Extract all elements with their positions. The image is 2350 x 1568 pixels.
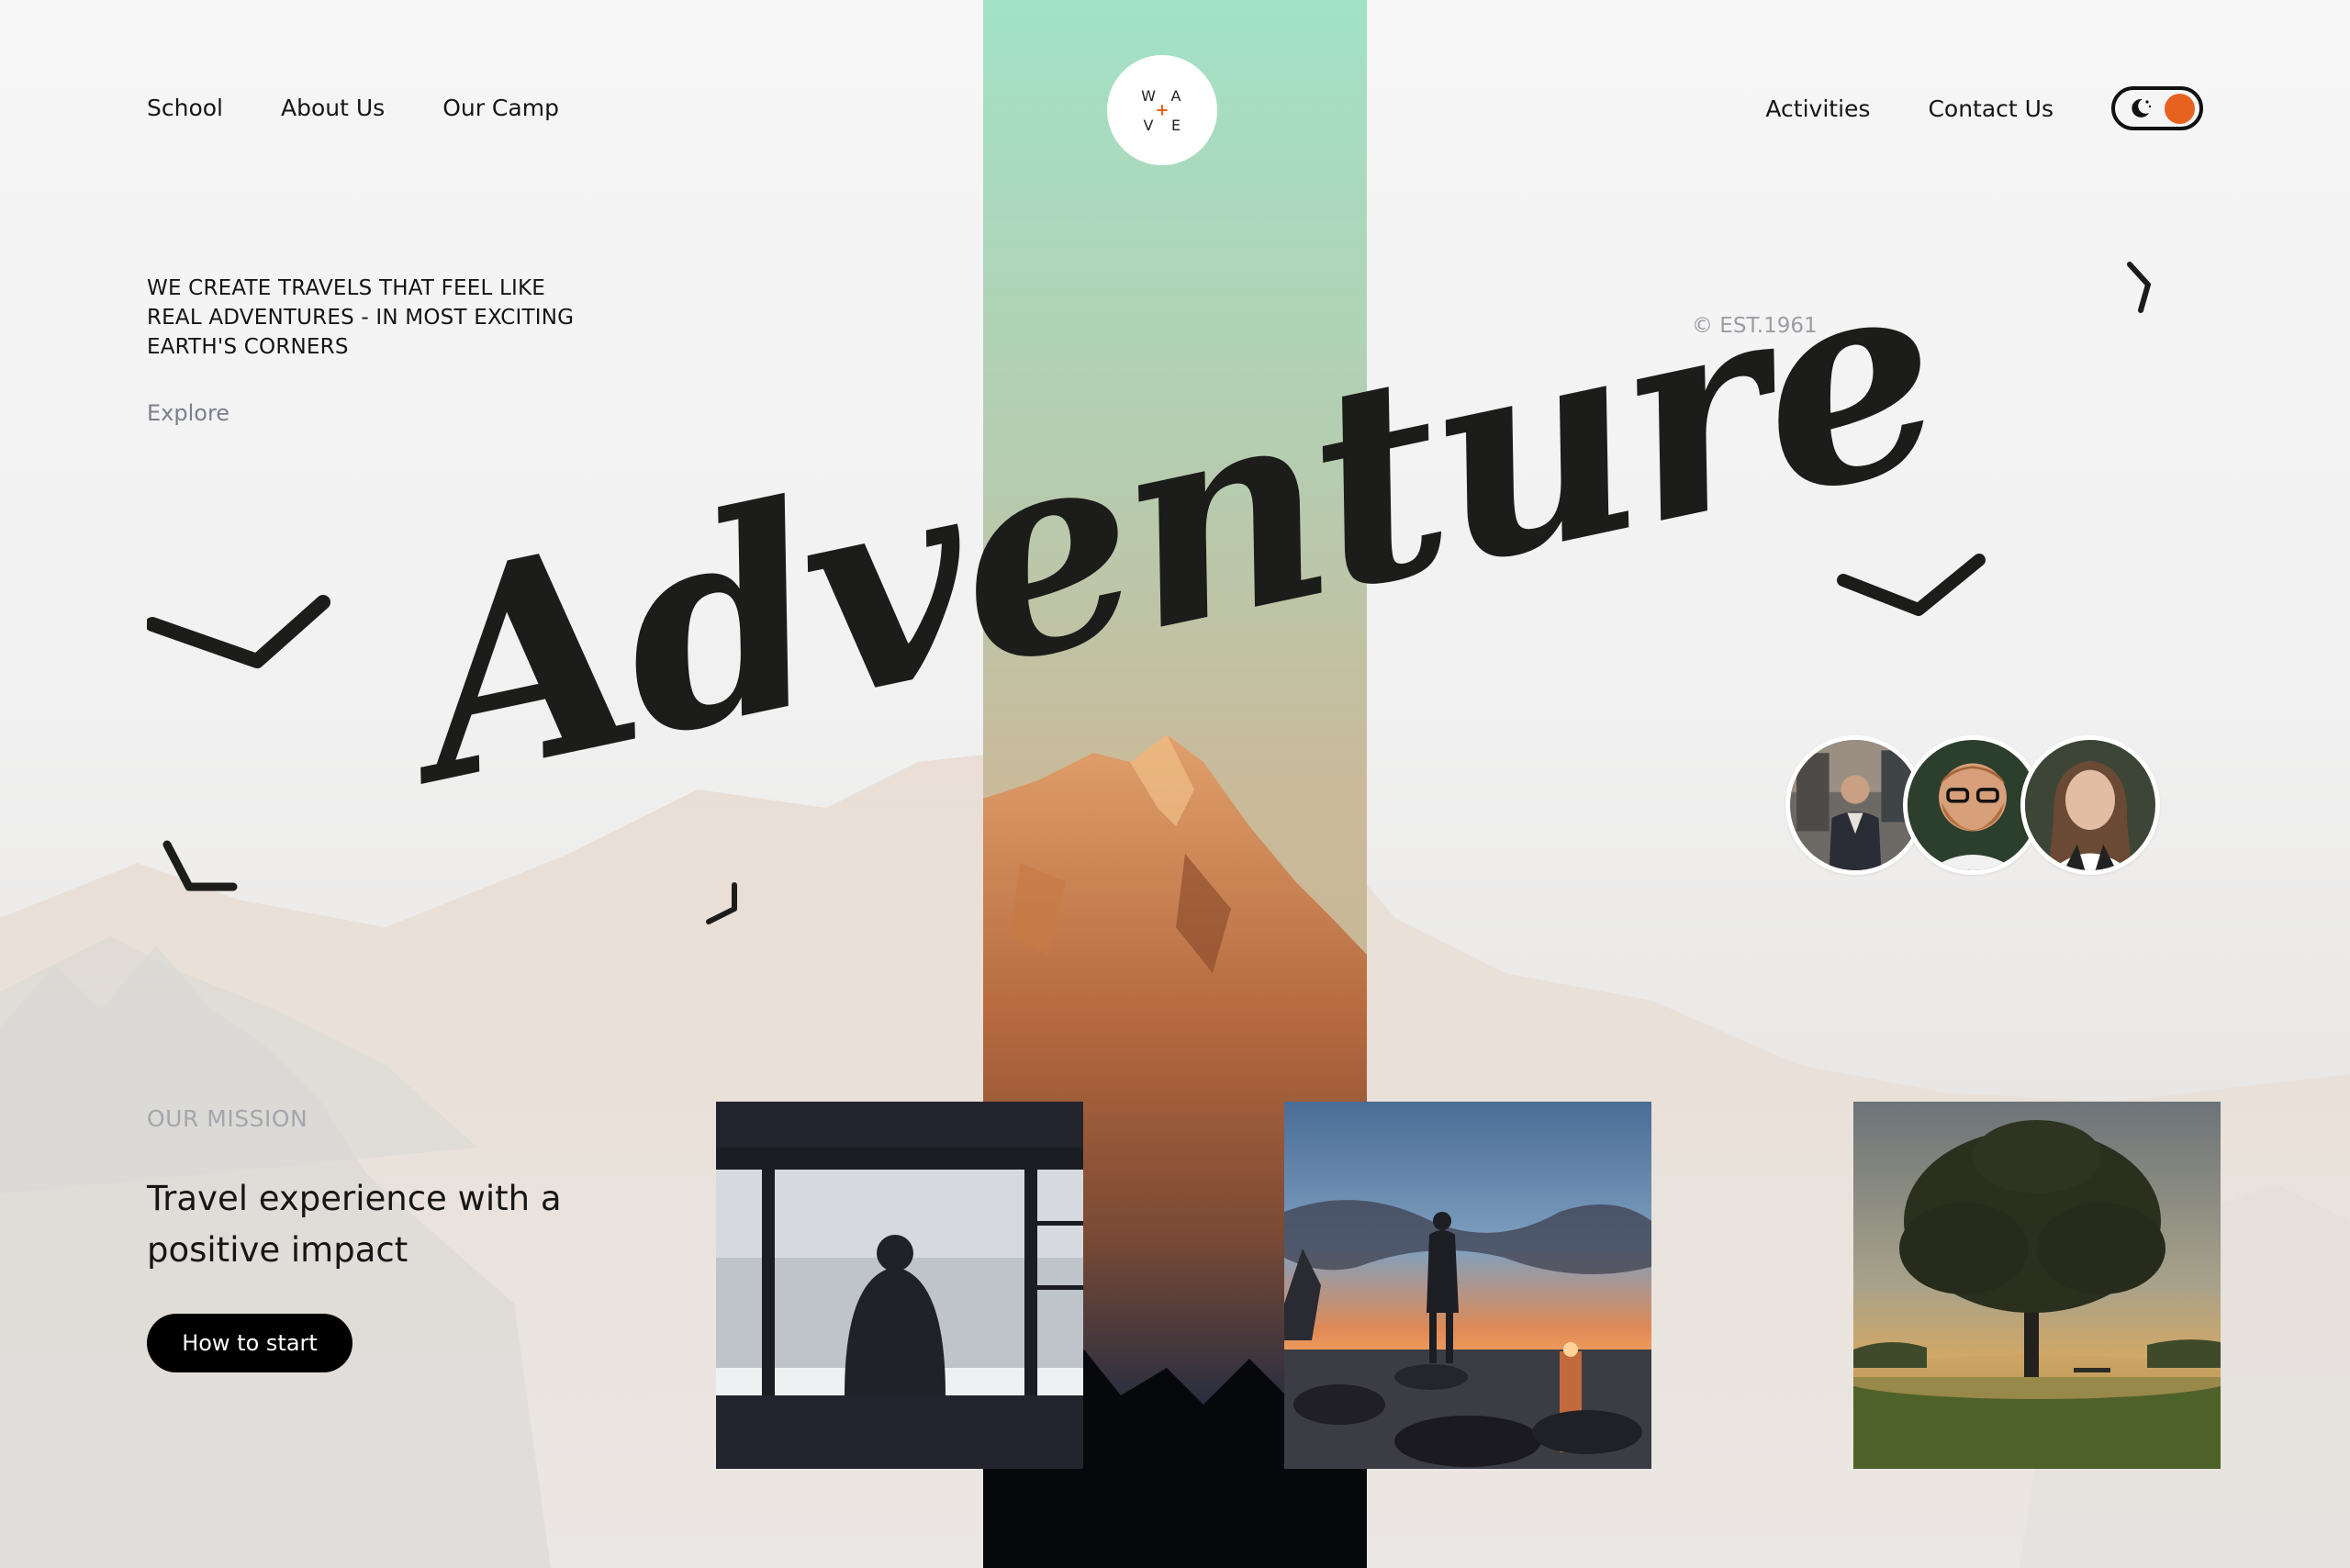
brush-chevron-mark	[2127, 262, 2151, 313]
primary-nav-left: School About Us Our Camp	[147, 95, 559, 121]
how-to-start-button[interactable]: How to start	[147, 1314, 352, 1372]
established-label: © EST.1961	[1692, 314, 1818, 338]
nav-link-about-us[interactable]: About Us	[281, 95, 385, 121]
wave-logo[interactable]: W A V E +	[1107, 55, 1217, 165]
sunset-on-rocks-photo[interactable]	[1284, 1102, 1651, 1469]
nav-link-our-camp[interactable]: Our Camp	[442, 95, 559, 121]
nav-link-activities[interactable]: Activities	[1765, 95, 1870, 122]
mission-title: Travel experience with a positive impact	[147, 1179, 562, 1270]
person-at-window-photo[interactable]	[716, 1102, 1083, 1469]
theme-toggle[interactable]	[2111, 86, 2203, 130]
brush-corner-mark-left	[162, 840, 238, 891]
brush-tick-small	[706, 882, 737, 924]
lone-tree-photo[interactable]	[1853, 1102, 2221, 1469]
hero-tagline: WE CREATE TRAVELS THAT FEEL LIKE REAL AD…	[147, 276, 575, 359]
moon-icon	[2132, 98, 2152, 118]
toggle-knob	[2165, 93, 2195, 124]
primary-nav-right: Activities Contact Us	[1765, 86, 2203, 130]
mission-label: OUR MISSION	[147, 1105, 308, 1132]
nav-link-school[interactable]: School	[147, 95, 223, 121]
woman-avatar[interactable]	[2020, 735, 2160, 875]
brush-check-mark-right	[1837, 554, 1986, 616]
logo-plus-mark: +	[1155, 100, 1169, 120]
traveler-avatars	[1785, 735, 2160, 875]
brush-check-mark-left	[147, 595, 330, 668]
nav-link-contact-us[interactable]: Contact Us	[1928, 95, 2053, 122]
explore-link[interactable]: Explore	[147, 400, 229, 426]
